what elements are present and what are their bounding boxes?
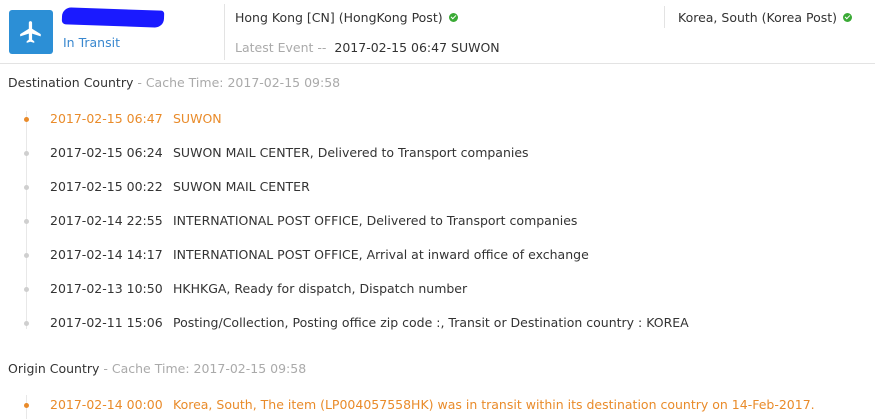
destination-carrier-label: Korea, South (Korea Post): [678, 10, 838, 25]
timeline-dot: [24, 185, 29, 190]
event-description: SUWON MAIL CENTER, Delivered to Transpor…: [173, 145, 529, 160]
destination-section-title: Destination Country - Cache Time: 2017-0…: [8, 75, 340, 90]
tracking-header: In Transit Hong Kong [CN] (HongKong Post…: [0, 0, 875, 64]
event-description: INTERNATIONAL POST OFFICE, Arrival at in…: [173, 247, 589, 262]
origin-carrier: Hong Kong [CN] (HongKong Post): [235, 10, 458, 25]
timeline-event: 2017-02-15 00:22 SUWON MAIL CENTER: [0, 179, 875, 199]
event-time: 2017-02-15 06:24: [50, 145, 163, 160]
event-time: 2017-02-14 14:17: [50, 247, 163, 262]
origin-title: Origin Country: [8, 361, 100, 376]
latest-event-label: Latest Event --: [235, 40, 327, 55]
event-description: SUWON: [173, 111, 222, 126]
latest-event: Latest Event -- 2017-02-15 06:47 SUWON: [235, 40, 500, 55]
timeline-event: 2017-02-14 22:55 INTERNATIONAL POST OFFI…: [0, 213, 875, 233]
timeline-event: 2017-02-15 06:24 SUWON MAIL CENTER, Deli…: [0, 145, 875, 165]
origin-carrier-label: Hong Kong [CN] (HongKong Post): [235, 10, 443, 25]
event-description: Korea, South, The item (LP004057558HK) w…: [173, 397, 815, 412]
event-time: 2017-02-15 06:47: [50, 111, 163, 126]
event-description: INTERNATIONAL POST OFFICE, Delivered to …: [173, 213, 578, 228]
destination-cache-time: - Cache Time: 2017-02-15 09:58: [133, 75, 341, 90]
redacted-tracking-number: [61, 7, 165, 28]
timeline-dot: [24, 253, 29, 258]
origin-cache-time: - Cache Time: 2017-02-15 09:58: [99, 361, 307, 376]
event-time: 2017-02-14 00:00: [50, 397, 163, 412]
check-circle-icon: [448, 13, 458, 22]
timeline-dot: [24, 219, 29, 224]
event-time: 2017-02-14 22:55: [50, 213, 163, 228]
event-time: 2017-02-11 15:06: [50, 315, 163, 330]
airplane-icon: [9, 10, 53, 54]
timeline-dot: [24, 321, 29, 326]
event-description: SUWON MAIL CENTER: [173, 179, 310, 194]
timeline-dot: [24, 403, 29, 408]
check-circle-icon: [843, 13, 853, 22]
event-description: Posting/Collection, Posting office zip c…: [173, 315, 689, 330]
event-description: HKHKGA, Ready for dispatch, Dispatch num…: [173, 281, 468, 296]
timeline-event: 2017-02-13 10:50 HKHKGA, Ready for dispa…: [0, 281, 875, 301]
carrier-divider: [664, 6, 665, 28]
timeline-dot: [24, 117, 29, 122]
latest-event-value: 2017-02-15 06:47 SUWON: [334, 40, 500, 55]
header-divider: [224, 4, 225, 60]
timeline-event: 2017-02-15 06:47 SUWON: [0, 111, 875, 131]
timeline-dot: [24, 151, 29, 156]
timeline-event: 2017-02-11 15:06 Posting/Collection, Pos…: [0, 315, 875, 335]
event-time: 2017-02-15 00:22: [50, 179, 163, 194]
status-label: In Transit: [63, 35, 120, 50]
destination-title: Destination Country: [8, 75, 134, 90]
origin-section-title: Origin Country - Cache Time: 2017-02-15 …: [8, 361, 306, 376]
timeline-event: 2017-02-14 00:00 Korea, South, The item …: [0, 397, 875, 417]
timeline-event: 2017-02-14 14:17 INTERNATIONAL POST OFFI…: [0, 247, 875, 267]
destination-carrier: Korea, South (Korea Post): [678, 10, 853, 25]
event-time: 2017-02-13 10:50: [50, 281, 163, 296]
timeline-dot: [24, 287, 29, 292]
